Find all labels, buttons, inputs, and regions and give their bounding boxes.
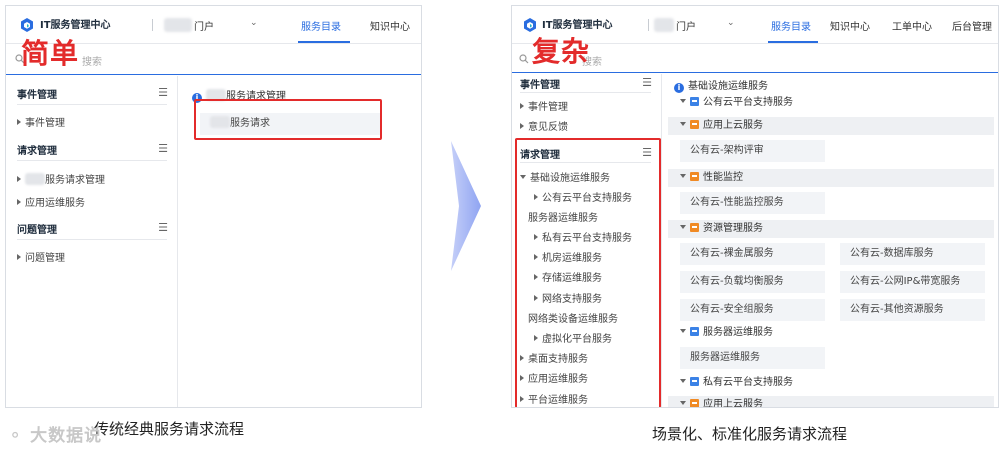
nav-service-catalog[interactable]: 服务目录 [301, 18, 341, 33]
caret-down-icon [680, 379, 686, 383]
sidebar-item-incident[interactable]: 事件管理 [520, 98, 568, 113]
chevron-down-icon[interactable]: ⌄ [250, 18, 258, 28]
service-card[interactable]: 公有云-裸金属服务 [680, 243, 825, 265]
divider [520, 92, 651, 93]
content-area: i 基础设施运维服务 公有云平台支持服务 应用上云服务 公有云-架构评审 性能监控… [664, 74, 998, 407]
group-title: 事件管理 [17, 90, 57, 101]
caret-down-icon [680, 122, 686, 126]
collapse-list-icon[interactable]: ☰ [158, 86, 168, 99]
simple-label: 简单 [21, 37, 80, 70]
complex-label: 复杂 [532, 35, 591, 68]
group-header-request[interactable]: 请求管理 ☰ [17, 142, 168, 160]
category-perf-monitoring[interactable]: 性能监控 [668, 169, 994, 187]
service-card[interactable]: 公有云-架构评审 [680, 140, 825, 162]
category-resource-mgmt[interactable]: 资源管理服务 [668, 220, 994, 238]
caret-down-icon [680, 225, 686, 229]
sidebar: 事件管理 ☰ 事件管理 请求管理 ☰ 服务请求管理 应用运维服务 问题管理 ☰ … [6, 76, 178, 407]
active-tab-indicator [298, 41, 350, 43]
caret-down-icon [680, 99, 686, 103]
highlight-box [515, 138, 661, 407]
service-card[interactable]: 公有云-性能监控服务 [680, 192, 825, 214]
sidebar-item-service-request-management[interactable]: 服务请求管理 [17, 171, 105, 186]
collapse-list-icon[interactable]: ☰ [158, 221, 168, 234]
category-icon [690, 377, 699, 386]
group-header-incident[interactable]: 事件管理 ☰ [17, 86, 168, 104]
divider [17, 239, 167, 240]
category-icon [690, 399, 699, 407]
caret-down-icon [680, 174, 686, 178]
nav-knowledge-center[interactable]: 知识中心 [370, 18, 410, 33]
caret-right-icon [17, 119, 21, 125]
app-title: IT服务管理中心 [40, 20, 111, 31]
transition-arrow-icon [451, 141, 481, 271]
sidebar-item-incident-management[interactable]: 事件管理 [17, 114, 65, 129]
category-app-cloud[interactable]: 应用上云服务 [668, 117, 994, 135]
app-title: IT服务管理中心 [542, 20, 613, 31]
divider [17, 104, 167, 105]
logo-icon [524, 18, 536, 32]
caret-right-icon [520, 123, 524, 129]
category-server-ops[interactable]: 服务器运维服务 [668, 324, 994, 342]
chevron-down-icon[interactable]: ⌄ [727, 18, 735, 28]
category-private-cloud[interactable]: 私有云平台支持服务 [668, 374, 994, 392]
portal-name-redacted [164, 18, 192, 32]
portal-name-redacted [654, 18, 674, 32]
sidebar-item-app-ops[interactable]: 应用运维服务 [17, 194, 85, 209]
section-title: i 基础设施运维服务 [674, 77, 768, 93]
complex-portal-screenshot: IT服务管理中心 门户 ⌄ 服务目录 知识中心 工单中心 后台管理 搜索 复杂 … [511, 5, 999, 408]
search-placeholder: 搜索 [82, 57, 102, 68]
group-title: 请求管理 [17, 146, 57, 157]
nav-admin[interactable]: 后台管理 [952, 18, 992, 33]
category-app-cloud-2[interactable]: 应用上云服务 [668, 396, 994, 407]
watermark: ⚬ 大数据说 [8, 426, 103, 446]
header-divider [152, 19, 153, 31]
redacted-text [25, 173, 45, 185]
caret-down-icon [680, 329, 686, 333]
service-card[interactable]: 公有云-数据库服务 [840, 243, 985, 265]
highlight-box [194, 99, 382, 140]
nav-knowledge-center[interactable]: 知识中心 [830, 18, 870, 33]
portal-name: 门户 [194, 22, 214, 33]
header-divider [648, 19, 649, 31]
category-icon [690, 172, 699, 181]
caret-right-icon [17, 254, 21, 260]
caret-right-icon [520, 103, 524, 109]
group-header-problem[interactable]: 问题管理 ☰ [17, 221, 168, 239]
service-card[interactable]: 公有云-公网IP&带宽服务 [840, 271, 985, 293]
caption-right: 场景化、标准化服务请求流程 [652, 425, 848, 443]
active-tab-indicator [768, 41, 818, 43]
service-card[interactable]: 公有云-负载均衡服务 [680, 271, 825, 293]
service-card[interactable]: 公有云-安全组服务 [680, 299, 825, 321]
collapse-list-icon[interactable]: ☰ [642, 76, 652, 89]
group-title: 问题管理 [17, 225, 57, 236]
caret-right-icon [17, 199, 21, 205]
category-icon [690, 327, 699, 336]
collapse-list-icon[interactable]: ☰ [158, 142, 168, 155]
nav-service-catalog[interactable]: 服务目录 [771, 18, 811, 33]
service-card[interactable]: 公有云-其他资源服务 [840, 299, 985, 321]
watermark-icon: ⚬ [8, 426, 31, 446]
divider [17, 160, 167, 161]
nav-ticket-center[interactable]: 工单中心 [892, 18, 932, 33]
service-card[interactable]: 服务器运维服务 [680, 347, 825, 369]
caret-down-icon [680, 401, 686, 405]
search-icon [519, 54, 529, 64]
simple-portal-screenshot: IT服务管理中心 门户 ⌄ 服务目录 知识中心 搜索 简单 事件管理 ☰ 事件管… [5, 5, 422, 408]
category-icon [690, 97, 699, 106]
category-icon [690, 223, 699, 232]
portal-name: 门户 [676, 22, 696, 33]
caret-right-icon [17, 176, 21, 182]
category-public-cloud[interactable]: 公有云平台支持服务 [668, 94, 994, 112]
caption-left: 传统经典服务请求流程 [94, 420, 245, 438]
sidebar-item-feedback[interactable]: 意见反馈 [520, 118, 568, 133]
logo-icon [21, 18, 33, 32]
info-icon: i [674, 83, 684, 93]
category-icon [690, 120, 699, 129]
group-title: 事件管理 [520, 80, 560, 91]
sidebar-item-problem-management[interactable]: 问题管理 [17, 249, 65, 264]
